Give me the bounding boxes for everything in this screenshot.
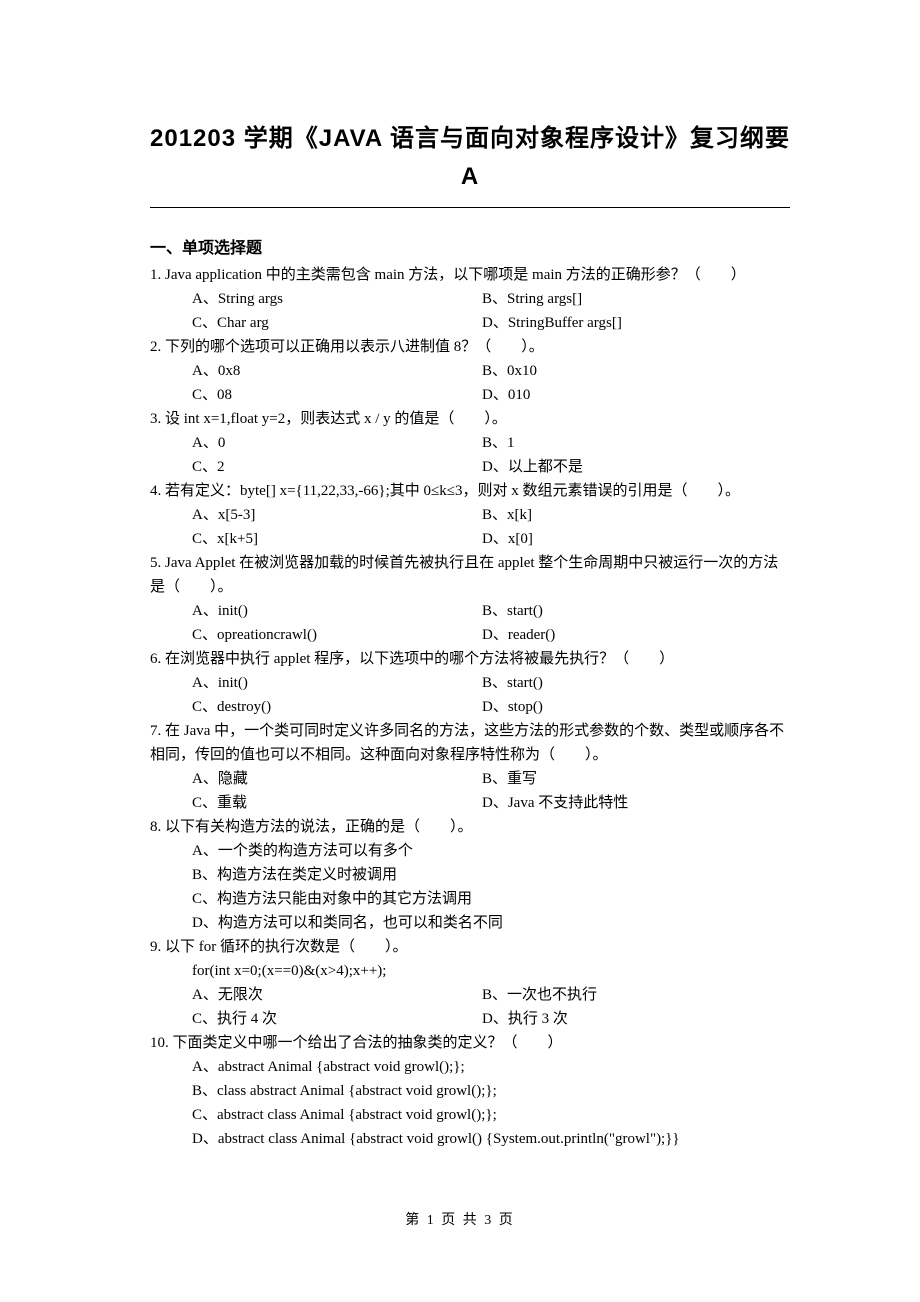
question-3-options: A、0 B、1 [150, 431, 790, 455]
question-2-options-2: C、08 D、010 [150, 383, 790, 407]
option-1d: D、StringBuffer args[] [482, 311, 622, 335]
section-heading-1: 一、单项选择题 [150, 236, 790, 262]
option-4a: A、x[5-3] [192, 503, 482, 527]
option-8d: D、构造方法可以和类同名，也可以和类名不同 [192, 911, 790, 935]
question-2: 2. 下列的哪个选项可以正确用以表示八进制值 8？（ ）。 [150, 335, 790, 359]
question-7-options: A、隐藏 B、重写 [150, 767, 790, 791]
option-1c: C、Char arg [192, 311, 482, 335]
question-4: 4. 若有定义：byte[] x={11,22,33,-66};其中 0≤k≤3… [150, 479, 790, 503]
question-2-options: A、0x8 B、0x10 [150, 359, 790, 383]
option-6d: D、stop() [482, 695, 543, 719]
option-2b: B、0x10 [482, 359, 537, 383]
question-9-options-2: C、执行 4 次 D、执行 3 次 [150, 1007, 790, 1031]
option-4c: C、x[k+5] [192, 527, 482, 551]
question-3: 3. 设 int x=1,float y=2，则表达式 x / y 的值是（ ）… [150, 407, 790, 431]
option-9c: C、执行 4 次 [192, 1007, 482, 1031]
question-9-code: for(int x=0;(x==0)&(x>4);x++); [150, 959, 790, 983]
question-1-options-2: C、Char arg D、StringBuffer args[] [150, 311, 790, 335]
question-1: 1. Java application 中的主类需包含 main 方法，以下哪项… [150, 263, 790, 287]
option-6a: A、init() [192, 671, 482, 695]
option-10c: C、abstract class Animal {abstract void g… [192, 1103, 790, 1127]
option-7a: A、隐藏 [192, 767, 482, 791]
option-2d: D、010 [482, 383, 530, 407]
page-footer: 第 1 页 共 3 页 [0, 1210, 920, 1232]
option-1a: A、String args [192, 287, 482, 311]
question-7: 7. 在 Java 中，一个类可同时定义许多同名的方法，这些方法的形式参数的个数… [150, 719, 790, 767]
question-3-options-2: C、2 D、以上都不是 [150, 455, 790, 479]
option-4d: D、x[0] [482, 527, 533, 551]
question-8: 8. 以下有关构造方法的说法，正确的是（ ）。 [150, 815, 790, 839]
option-5c: C、opreationcrawl() [192, 623, 482, 647]
option-3d: D、以上都不是 [482, 455, 583, 479]
option-9a: A、无限次 [192, 983, 482, 1007]
option-7d: D、Java 不支持此特性 [482, 791, 628, 815]
option-6c: C、destroy() [192, 695, 482, 719]
question-9: 9. 以下 for 循环的执行次数是（ ）。 [150, 935, 790, 959]
option-3c: C、2 [192, 455, 482, 479]
question-10: 10. 下面类定义中哪一个给出了合法的抽象类的定义？（ ） [150, 1031, 790, 1055]
question-5: 5. Java Applet 在被浏览器加载的时候首先被执行且在 applet … [150, 551, 790, 599]
option-3a: A、0 [192, 431, 482, 455]
document-title: 201203 学期《JAVA 语言与面向对象程序设计》复习纲要 A [150, 120, 790, 197]
option-7c: C、重载 [192, 791, 482, 815]
option-6b: B、start() [482, 671, 543, 695]
option-3b: B、1 [482, 431, 515, 455]
option-8b: B、构造方法在类定义时被调用 [192, 863, 790, 887]
option-8c: C、构造方法只能由对象中的其它方法调用 [192, 887, 790, 911]
option-5a: A、init() [192, 599, 482, 623]
question-9-options: A、无限次 B、一次也不执行 [150, 983, 790, 1007]
option-5d: D、reader() [482, 623, 555, 647]
option-2c: C、08 [192, 383, 482, 407]
question-4-options: A、x[5-3] B、x[k] [150, 503, 790, 527]
code-line: for(int x=0;(x==0)&(x>4);x++); [192, 959, 790, 983]
option-9b: B、一次也不执行 [482, 983, 597, 1007]
question-7-options-2: C、重载 D、Java 不支持此特性 [150, 791, 790, 815]
question-5-options-2: C、opreationcrawl() D、reader() [150, 623, 790, 647]
option-10b: B、class abstract Animal {abstract void g… [192, 1079, 790, 1103]
option-5b: B、start() [482, 599, 543, 623]
question-4-options-2: C、x[k+5] D、x[0] [150, 527, 790, 551]
option-4b: B、x[k] [482, 503, 532, 527]
option-9d: D、执行 3 次 [482, 1007, 568, 1031]
question-6: 6. 在浏览器中执行 applet 程序，以下选项中的哪个方法将被最先执行？（ … [150, 647, 790, 671]
question-8-options: A、一个类的构造方法可以有多个 B、构造方法在类定义时被调用 C、构造方法只能由… [150, 839, 790, 935]
option-1b: B、String args[] [482, 287, 582, 311]
question-1-options: A、String args B、String args[] [150, 287, 790, 311]
option-10d: D、abstract class Animal {abstract void g… [192, 1127, 790, 1151]
title-divider [150, 207, 790, 208]
question-5-options: A、init() B、start() [150, 599, 790, 623]
question-6-options-2: C、destroy() D、stop() [150, 695, 790, 719]
option-8a: A、一个类的构造方法可以有多个 [192, 839, 790, 863]
question-10-options: A、abstract Animal {abstract void growl()… [150, 1055, 790, 1151]
option-7b: B、重写 [482, 767, 537, 791]
question-6-options: A、init() B、start() [150, 671, 790, 695]
option-2a: A、0x8 [192, 359, 482, 383]
option-10a: A、abstract Animal {abstract void growl()… [192, 1055, 790, 1079]
page: 201203 学期《JAVA 语言与面向对象程序设计》复习纲要 A 一、单项选择… [0, 0, 920, 1302]
